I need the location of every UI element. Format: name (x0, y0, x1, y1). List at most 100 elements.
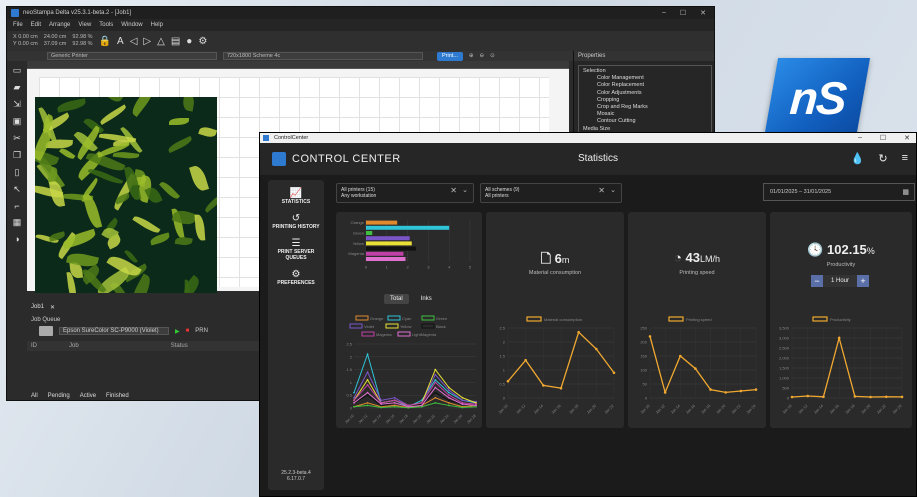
refresh-icon[interactable]: ↻ (878, 152, 887, 165)
width-field[interactable]: 24.00 cm (44, 34, 67, 41)
droplet-icon[interactable]: ● (186, 36, 192, 47)
open-folder-icon[interactable]: ▰ (14, 82, 21, 93)
crop-icon[interactable]: ⌐ (14, 201, 19, 211)
import-icon[interactable]: ⇲ (13, 99, 21, 110)
lock-icon[interactable]: 🔒 (99, 36, 111, 47)
cut-icon[interactable]: ✂ (13, 133, 21, 144)
menu-tools[interactable]: Tools (99, 22, 113, 28)
ns-logo: nS (763, 58, 871, 138)
tree-item[interactable]: Contour Cutting (583, 118, 707, 125)
menu-view[interactable]: View (78, 22, 91, 28)
chevron-down-icon[interactable]: ⌄ (610, 187, 616, 194)
ink-point (475, 404, 477, 407)
paste-icon[interactable]: ▯ (15, 167, 20, 178)
menu-arrange[interactable]: Arrange (49, 22, 70, 28)
print-queue-icon[interactable]: ▤ (171, 36, 180, 47)
y-tick-label: 250 (640, 326, 647, 331)
y-position-field[interactable]: Y 0.00 cm (13, 41, 38, 48)
scheme-filter[interactable]: All schemes (9) All printers ✕ ⌄ (480, 183, 622, 203)
col-status[interactable]: Status (171, 343, 188, 349)
contrast-icon[interactable]: ◑ (14, 234, 19, 244)
print-button[interactable]: Print... (437, 51, 463, 61)
data-point (806, 394, 810, 398)
close-icon[interactable]: ✕ (904, 134, 910, 142)
tab-pending[interactable]: Pending (48, 393, 70, 399)
chevron-down-icon[interactable]: ⌄ (462, 187, 468, 194)
date-range-input[interactable]: 01/01/2025 – 31/01/2025 ▦ (763, 183, 915, 201)
play-icon[interactable]: ▶ (175, 328, 180, 335)
menu-edit[interactable]: Edit (31, 22, 41, 28)
data-point (694, 367, 697, 370)
data-point (542, 384, 545, 387)
save-icon[interactable]: ▣ (13, 116, 22, 127)
sidebar-item-statistics[interactable]: 📈 STATISTICS (268, 188, 324, 205)
data-point (790, 395, 794, 399)
menu-window[interactable]: Window (121, 22, 142, 28)
menu-help[interactable]: Help (151, 22, 163, 28)
legend-label: Yellow (400, 324, 412, 329)
tree-item[interactable]: Color Replacement (583, 82, 707, 89)
grid-icon[interactable]: ▦ (13, 217, 22, 228)
col-id[interactable]: ID (31, 343, 37, 349)
prn-button[interactable]: PRN (195, 328, 208, 334)
col-job[interactable]: Job (69, 343, 79, 349)
minimize-icon[interactable]: – (662, 9, 666, 17)
ink-point (434, 391, 437, 394)
hamburger-menu-icon[interactable]: ≡ (902, 152, 908, 165)
tree-item[interactable]: Crop and Reg Marks (583, 104, 707, 111)
scheme-combo[interactable]: 720x1800 Scheme 4c (223, 52, 423, 60)
ink-point (420, 404, 423, 407)
x-position-field[interactable]: X 0.00 cm (13, 34, 38, 41)
zoom-in-icon[interactable]: ⊕ (469, 53, 474, 59)
sidebar-item-preferences[interactable]: ⚙ PREFERENCES (268, 269, 324, 286)
leaf-shape (174, 235, 194, 247)
maximize-icon[interactable]: ☐ (880, 134, 886, 142)
tab-active[interactable]: Active (80, 393, 96, 399)
tab-all[interactable]: All (31, 393, 38, 399)
clear-icon[interactable]: ✕ (598, 187, 605, 195)
minimize-icon[interactable]: – (858, 134, 862, 142)
zoom-fit-icon[interactable]: ⊙ (490, 53, 495, 59)
printer-filter[interactable]: All printers (15) Any workstation ✕ ⌄ (336, 183, 474, 203)
close-icon[interactable]: ✕ (700, 9, 706, 17)
tree-item[interactable]: Color Adjustments (583, 90, 707, 97)
tree-root[interactable]: Selection (583, 68, 707, 75)
mirror-icon[interactable]: ◁ (130, 36, 138, 47)
zoom-out-icon[interactable]: ⊖ (480, 53, 485, 59)
tree-item[interactable]: Mosaic (583, 111, 707, 118)
close-tab-icon[interactable]: ✕ (50, 304, 55, 311)
pointer-icon[interactable]: ↖ (13, 184, 21, 195)
leaf-shape (60, 228, 97, 250)
scale-x-field[interactable]: 92.98 % (72, 34, 92, 41)
align-icon[interactable]: △ (157, 36, 165, 47)
job-tab[interactable]: Job1 (31, 304, 44, 310)
settings-icon[interactable]: ⚙ (198, 36, 207, 47)
ink-point (366, 394, 369, 397)
maximize-icon[interactable]: ☐ (680, 9, 686, 17)
control-center-window: ControlCenter – ☐ ✕ CONTROL CENTER Stati… (259, 132, 917, 497)
artwork-image[interactable] (35, 97, 217, 293)
text-tool-icon[interactable]: A (117, 36, 124, 47)
x-tick-label: Jan 12 (515, 404, 526, 415)
inks-toggle[interactable]: Inks (415, 294, 438, 304)
stop-icon[interactable]: ■ (186, 328, 190, 334)
printer-combo[interactable]: Generic Printer (47, 52, 217, 60)
ink-point (447, 401, 450, 404)
tree-item[interactable]: Color Management (583, 75, 707, 82)
flip-icon[interactable]: ▷ (143, 36, 151, 47)
calendar-icon[interactable]: ▦ (902, 188, 909, 196)
queue-printer-combo[interactable]: Epson SureColor SC-P9000 (Violet) (59, 327, 169, 335)
total-toggle[interactable]: Total (384, 294, 409, 304)
scale-y-field[interactable]: 92.98 % (72, 41, 92, 48)
menu-file[interactable]: File (13, 22, 23, 28)
sidebar-item-print-server-queues[interactable]: ☰ PRINT SERVER QUEUES (268, 238, 324, 261)
sidebar-item-printing-history[interactable]: ↺ PRINTING HISTORY (268, 213, 324, 230)
tree-item[interactable]: Cropping (583, 97, 707, 104)
data-point (822, 395, 825, 399)
tab-finished[interactable]: Finished (106, 393, 129, 399)
new-file-icon[interactable]: ▭ (13, 65, 22, 76)
copy-icon[interactable]: ❐ (13, 150, 21, 161)
height-field[interactable]: 37.09 cm (44, 41, 67, 48)
clear-icon[interactable]: ✕ (450, 187, 457, 195)
ink-drop-icon[interactable]: 💧 (851, 152, 865, 165)
